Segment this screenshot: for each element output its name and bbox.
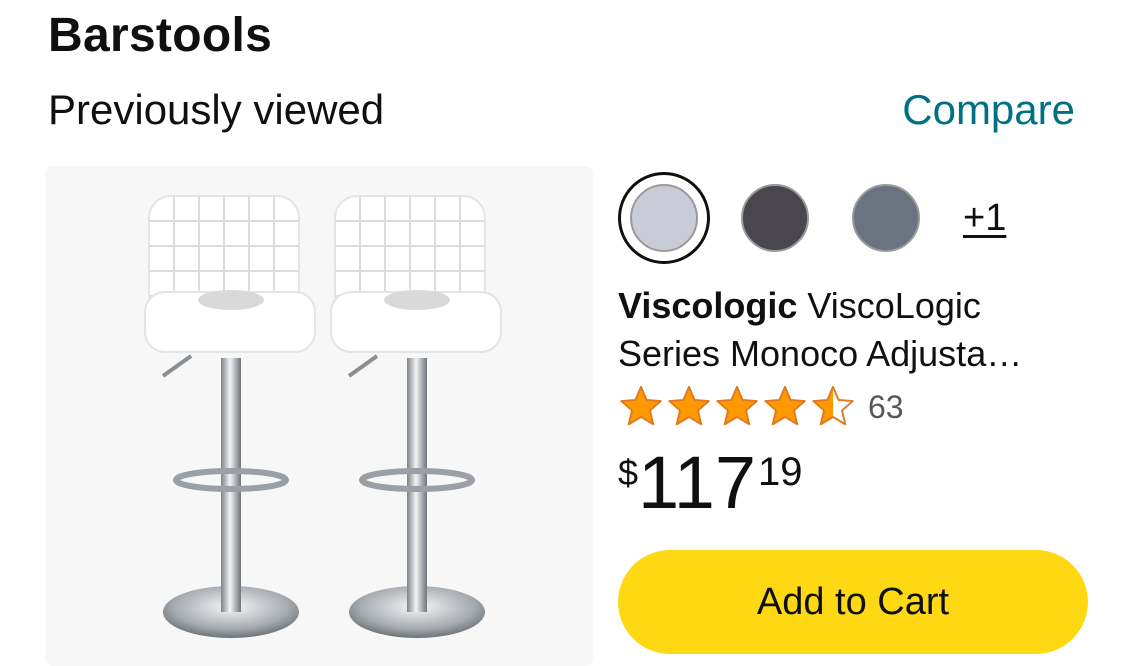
price: $ 117 19 xyxy=(618,440,803,526)
compare-link[interactable]: Compare xyxy=(902,86,1075,134)
star-icon xyxy=(716,385,758,426)
swatch-color-1 xyxy=(630,184,698,252)
swatch-option-3[interactable] xyxy=(840,172,932,264)
swatch-color-3 xyxy=(852,184,920,252)
star-icon xyxy=(620,385,662,426)
swatch-option-2[interactable] xyxy=(729,172,821,264)
star-icon xyxy=(764,385,806,426)
section-subtitle: Previously viewed xyxy=(48,86,385,133)
product-brand: Viscologic xyxy=(618,285,798,326)
price-fraction: 19 xyxy=(758,450,803,494)
product-title-line1: ViscoLogic xyxy=(807,285,981,326)
product-title-line2: Series Monoco Adjusta… xyxy=(618,333,1023,374)
more-swatches-link[interactable]: +1 xyxy=(963,197,1006,240)
swatch-option-1[interactable] xyxy=(618,172,710,264)
product-image[interactable] xyxy=(45,166,593,666)
star-rating xyxy=(618,384,858,430)
price-symbol: $ xyxy=(618,452,639,493)
rating-row[interactable]: 63 xyxy=(618,384,904,430)
section-title: Barstools xyxy=(48,9,273,62)
star-icon xyxy=(812,385,854,426)
barstools-image xyxy=(144,195,502,638)
review-count: 63 xyxy=(868,388,904,425)
swatch-color-2 xyxy=(741,184,809,252)
color-swatches: +1 xyxy=(618,172,1006,264)
price-whole: 117 xyxy=(638,441,757,524)
add-to-cart-button[interactable]: Add to Cart xyxy=(618,550,1088,654)
product-title[interactable]: Viscologic ViscoLogic Series Monoco Adju… xyxy=(618,282,1088,378)
star-icon xyxy=(668,385,710,426)
